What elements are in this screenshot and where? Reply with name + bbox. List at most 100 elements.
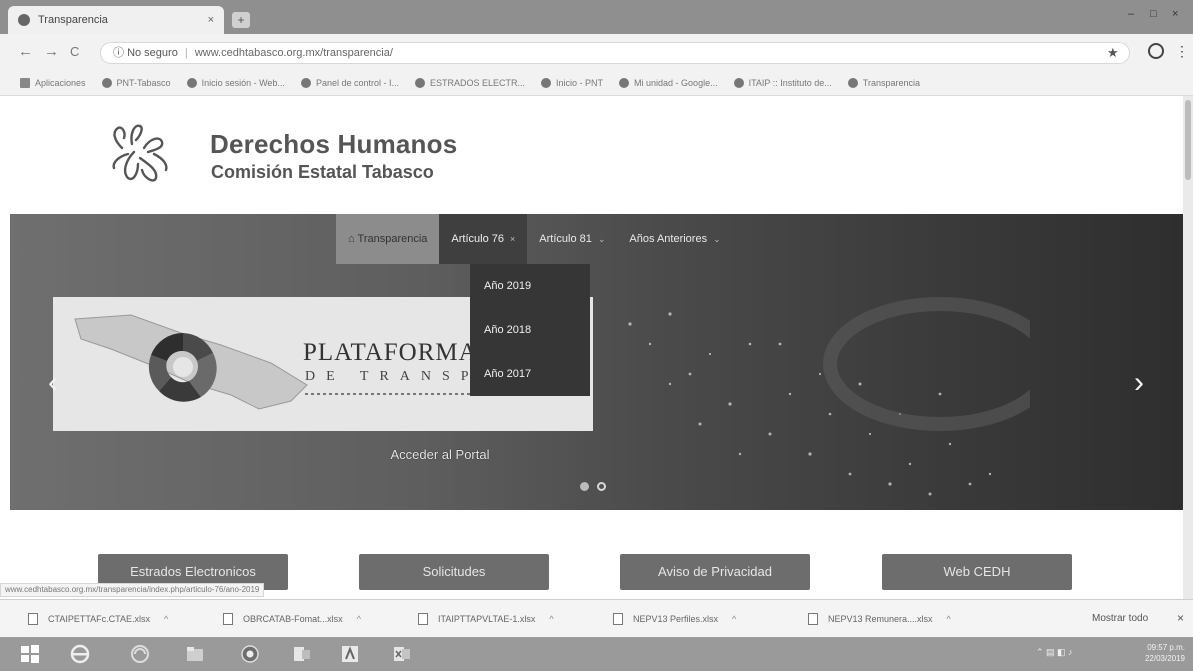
articulo-76-dropdown: Año 2019 Año 2018 Año 2017 [470, 264, 590, 396]
carousel-dot[interactable] [580, 482, 589, 491]
site-title[interactable]: Derechos Humanos [210, 129, 457, 160]
taskbar-clock[interactable]: 09:57 p.m. 22/03/2019 [1130, 642, 1185, 664]
reload-button[interactable]: C [70, 44, 79, 59]
show-all-downloads-link[interactable]: Mostrar todo [1092, 613, 1148, 624]
back-button[interactable]: ← [18, 43, 33, 60]
download-item[interactable]: OBRCATAB-Fomat...xlsx ^ [223, 612, 418, 625]
nav-item-articulo-76[interactable]: Artículo 76 × [439, 214, 528, 264]
chevron-up-icon[interactable]: ^ [164, 614, 168, 624]
download-item[interactable]: NEPV13 Remunera....xlsx ^ [808, 612, 1003, 625]
solicitudes-button[interactable]: Solicitudes [359, 554, 549, 590]
ie-icon[interactable] [70, 644, 90, 664]
dropdown-item-2019[interactable]: Año 2019 [470, 264, 590, 308]
clock-date: 22/03/2019 [1144, 654, 1185, 663]
page-viewport: Derechos Humanos Comisión Estatal Tabasc… [0, 96, 1193, 623]
web-cedh-button[interactable]: Web CEDH [882, 554, 1072, 590]
browser-tab[interactable]: Transparencia × [8, 6, 224, 34]
globe-icon [414, 77, 425, 88]
chevron-up-icon[interactable]: ^ [947, 614, 951, 624]
chrome-icon[interactable] [240, 644, 260, 664]
bookmark-item[interactable]: ITAIP :: Instituto de... [733, 77, 832, 88]
vertical-scrollbar[interactable] [1183, 96, 1193, 623]
maximize-button[interactable]: □ [1150, 8, 1157, 20]
excel-file-icon [223, 612, 233, 625]
system-tray-icons[interactable]: ⌃ ▤ ◧ ♪ [1036, 647, 1073, 658]
app-icon[interactable] [340, 644, 360, 664]
bookmark-item[interactable]: Transparencia [847, 77, 920, 88]
bookmark-star-icon[interactable]: ★ [1107, 45, 1119, 61]
windows-taskbar: ⌃ ▤ ◧ ♪ 09:57 p.m. 22/03/2019 [0, 637, 1193, 671]
globe-icon [18, 14, 30, 26]
bookmark-item[interactable]: ESTRADOS ELECTR... [414, 77, 526, 88]
globe-icon [847, 77, 858, 88]
globe-icon [541, 77, 552, 88]
nav-item-anos-anteriores[interactable]: Años Anteriores ⌄ [617, 214, 732, 264]
bookmark-label: Transparencia [862, 77, 920, 88]
globe-icon [300, 77, 311, 88]
carousel-next-icon[interactable]: › [1134, 366, 1144, 400]
bookmark-item[interactable]: Aplicaciones [20, 77, 86, 88]
window-close-button[interactable]: × [1172, 8, 1178, 20]
bookmarks-bar: Aplicaciones PNT-Tabasco Inicio sesión -… [0, 70, 1193, 96]
new-tab-button[interactable]: + [232, 12, 250, 28]
carousel-prev-icon[interactable]: ‹ [48, 366, 58, 400]
tab-close-icon[interactable]: × [208, 14, 214, 26]
forward-button[interactable]: → [44, 43, 59, 60]
address-bar[interactable]: ⓘ No seguro | www.cedhtabasco.org.mx/tra… [100, 42, 1130, 64]
profile-icon[interactable] [1148, 43, 1164, 59]
browser-toolbar: ← → C ⓘ No seguro | www.cedhtabasco.org.… [0, 34, 1193, 70]
bookmark-label: ESTRADOS ELECTR... [429, 77, 526, 88]
download-filename: ITAIPTTAPVLTAE-1.xlsx [438, 613, 536, 624]
nav-label: Artículo 81 [539, 233, 592, 245]
excel-file-icon [418, 612, 428, 625]
cedh-logo-icon [112, 124, 168, 182]
file-explorer-icon[interactable] [185, 644, 205, 664]
download-item[interactable]: ITAIPTTAPVLTAE-1.xlsx ^ [418, 612, 613, 625]
dropdown-item-2017[interactable]: Año 2017 [470, 352, 590, 396]
bookmark-item[interactable]: Mi unidad - Google... [619, 77, 718, 88]
chevron-up-icon[interactable]: ^ [732, 614, 736, 624]
nav-label: Transparencia [357, 233, 428, 245]
download-item[interactable]: CTAIPETTAFc.CTAE.xlsx ^ [28, 612, 223, 625]
bookmark-item[interactable]: PNT-Tabasco [101, 77, 171, 88]
bookmark-item[interactable]: Inicio sesión - Web... [186, 77, 285, 88]
mexico-map-logo-icon [74, 314, 308, 410]
download-filename: NEPV13 Perfiles.xlsx [633, 613, 719, 624]
download-item[interactable]: NEPV13 Perfiles.xlsx ^ [613, 612, 808, 625]
bookmark-label: Panel de control - I... [315, 77, 399, 88]
chevron-up-icon[interactable]: ^ [549, 614, 553, 624]
excel-file-icon [613, 612, 623, 625]
aviso-privacidad-button[interactable]: Aviso de Privacidad [620, 554, 810, 590]
outlook-icon[interactable] [292, 644, 312, 664]
nav-item-transparencia[interactable]: ⌂ Transparencia [336, 214, 440, 264]
url-text: www.cedhtabasco.org.mx/transparencia/ [194, 47, 393, 59]
nav-label: Años Anteriores [629, 233, 708, 245]
excel-file-icon [28, 612, 38, 625]
bookmark-item[interactable]: Panel de control - I... [300, 77, 399, 88]
downloads-close-icon[interactable]: × [1177, 611, 1184, 625]
screen: Transparencia × + – □ × ← → C ⓘ No segur… [0, 0, 1193, 671]
excel-icon[interactable] [392, 644, 412, 664]
access-portal-button[interactable]: Acceder al Portal [377, 440, 503, 470]
edge-icon[interactable] [130, 644, 150, 664]
excel-file-icon [808, 612, 818, 625]
carousel-dot-active[interactable] [597, 482, 606, 491]
minimize-button[interactable]: – [1128, 8, 1134, 20]
globe-icon [101, 77, 112, 88]
chevron-up-icon[interactable]: ^ [357, 614, 361, 624]
hero-carousel: PLATAFORMA N DE TRANSPA Acceder al Porta… [10, 214, 1184, 510]
browser-tab-strip: Transparencia × + – □ × [0, 0, 1193, 34]
windows-start-icon[interactable] [20, 644, 40, 664]
dropdown-item-2018[interactable]: Año 2018 [470, 308, 590, 352]
bookmark-label: Mi unidad - Google... [634, 77, 718, 88]
clock-time: 09:57 p.m. [1147, 643, 1185, 652]
info-icon[interactable]: ⓘ [113, 47, 127, 59]
hero-background-pattern [628, 297, 1030, 496]
chevron-down-icon: ⌄ [597, 234, 606, 244]
scrollbar-thumb[interactable] [1185, 100, 1191, 180]
browser-menu-icon[interactable]: ⋮ [1175, 43, 1189, 60]
nav-item-articulo-81[interactable]: Artículo 81 ⌄ [527, 214, 617, 264]
bookmark-label: Inicio sesión - Web... [201, 77, 285, 88]
bookmark-item[interactable]: Inicio - PNT [541, 77, 603, 88]
main-nav: ⌂ Transparencia Artículo 76 × Artículo 81… [336, 214, 733, 264]
